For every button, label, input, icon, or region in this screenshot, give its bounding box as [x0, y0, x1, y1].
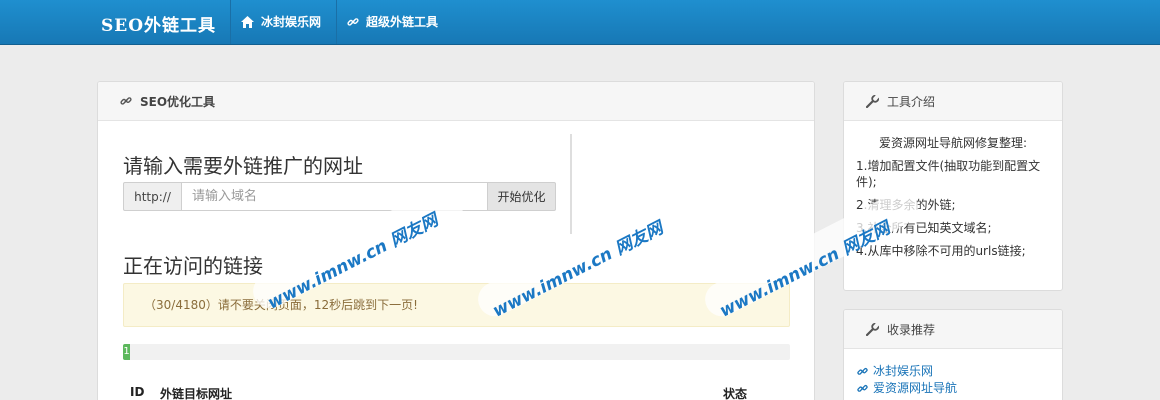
url-input-group: http:// 开始优化: [123, 182, 556, 211]
panel-title: SEO优化工具: [140, 94, 216, 109]
wrench-icon: [866, 94, 879, 108]
vertical-divider: [570, 134, 572, 234]
panel-title: 工具介绍: [887, 94, 936, 109]
panel-heading: 收录推荐: [844, 310, 1062, 349]
nav-item-home[interactable]: 冰封娱乐网: [230, 0, 331, 44]
panel-heading: 工具介绍: [844, 82, 1062, 121]
panel-heading: SEO优化工具: [98, 82, 814, 121]
link-icon: [120, 97, 132, 105]
progress-alert: （30/4180）请不要关闭页面，12秒后跳到下一页!: [123, 283, 790, 327]
link-icon: [857, 368, 868, 375]
recommend-link-label: 冰封娱乐网: [873, 364, 934, 378]
recommend-link-aiziyuan[interactable]: 爱资源网址导航: [857, 380, 1062, 397]
progress-track: 1: [123, 344, 790, 360]
visiting-section-title: 正在访问的链接: [123, 254, 263, 278]
progress-bar: 1: [123, 344, 130, 360]
input-section-title: 请输入需要外链推广的网址: [123, 154, 363, 178]
recommend-list: 冰封娱乐网 爱资源网址导航: [844, 349, 1062, 397]
table-header-status: 状态: [723, 387, 748, 400]
table-header-target-url: 外链目标网址: [160, 387, 233, 400]
intro-line: 4.从库中移除不可用的urls链接;: [856, 244, 1026, 258]
recommend-link-bingfeng[interactable]: 冰封娱乐网: [857, 363, 1062, 380]
table-header-id: ID: [130, 385, 145, 399]
brand-logo[interactable]: SEO外链工具: [101, 11, 216, 36]
link-icon: [347, 18, 359, 26]
intro-line: 1.增加配置文件(抽取功能到配置文件);: [856, 159, 1041, 189]
top-navbar: SEO外链工具 冰封娱乐网 超级外链工具: [0, 0, 1160, 45]
nav-item-label: 冰封娱乐网: [261, 15, 322, 29]
url-prefix-addon: http://: [123, 182, 182, 211]
nav-item-super-link-tool[interactable]: 超级外链工具: [336, 0, 448, 44]
intro-title: 爱资源网址导航网修复整理:: [878, 136, 1028, 150]
recommend-panel: 收录推荐 冰封娱乐网 爱资源网址导航: [843, 309, 1063, 400]
link-icon: [857, 385, 868, 392]
start-optimize-button[interactable]: 开始优化: [487, 182, 556, 211]
panel-title: 收录推荐: [887, 322, 936, 337]
nav-item-label: 超级外链工具: [366, 15, 439, 29]
seo-tool-panel: SEO优化工具 请输入需要外链推广的网址 http:// 开始优化 正在访问的链…: [97, 81, 815, 400]
home-icon: [241, 16, 254, 28]
recommend-link-label: 爱资源网址导航: [873, 381, 958, 395]
tool-intro-panel: 工具介绍 爱资源网址导航网修复整理: 1.增加配置文件(抽取功能到配置文件); …: [843, 81, 1063, 291]
wrench-icon: [866, 322, 879, 336]
